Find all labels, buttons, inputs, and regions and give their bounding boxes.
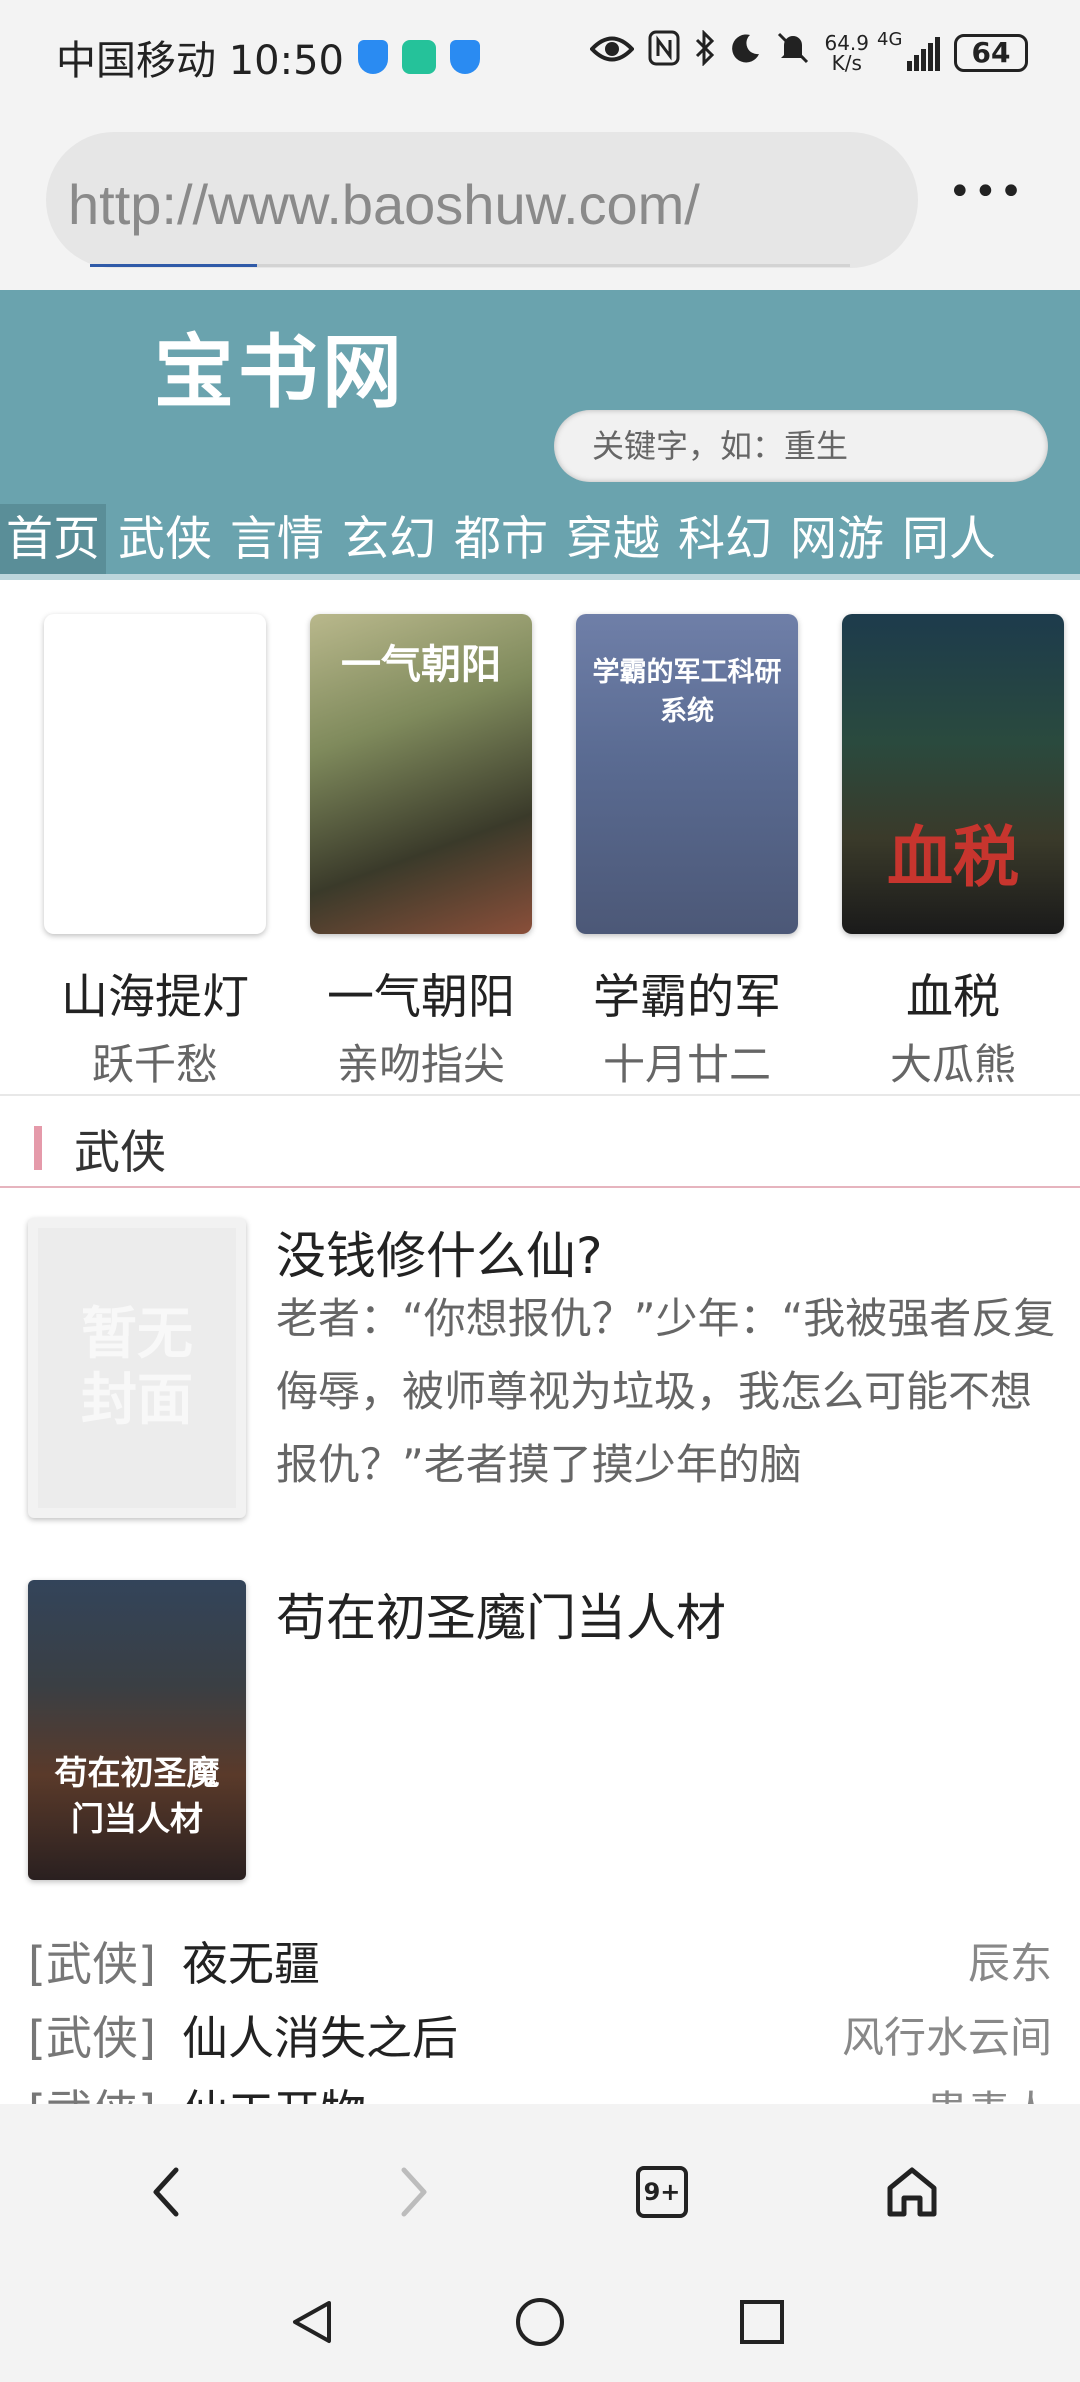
cover-placeholder-text: 暂无封面 <box>81 1302 193 1433</box>
nav-item-romance[interactable]: 言情 <box>224 504 330 576</box>
featured-books: 山海提灯 跃千愁 一气朝阳 一气朝阳 亲吻指尖 学霸的军工科研系统 学霸的军 十… <box>0 580 1080 1096</box>
back-icon[interactable] <box>126 2152 206 2232</box>
book-author: 亲吻指尖 <box>336 1040 505 1089</box>
site-logo[interactable]: 宝书网 <box>154 308 406 424</box>
book-author: 大瓜熊 <box>889 1040 1016 1089</box>
system-recents-icon[interactable] <box>722 2282 802 2362</box>
nav-item-time-travel[interactable]: 穿越 <box>560 504 666 576</box>
book-intro: 老者：“你想报仇？”少年：“我被强者反复侮辱，被师尊视为垃圾，我怎么可能不想报仇… <box>276 1294 1056 1489</box>
book-cover[interactable]: 苟在初圣魔门当人材 <box>28 1580 246 1880</box>
section-marker <box>34 1126 42 1170</box>
moon-icon <box>730 32 762 73</box>
address-bar[interactable]: http://www.baoshuw.com/ <box>46 132 918 268</box>
book-item[interactable]: 苟在初圣魔门当人材 苟在初圣魔门当人材 <box>0 1580 1080 1890</box>
url-text[interactable]: http://www.baoshuw.com/ <box>68 172 700 237</box>
list-book-name[interactable]: 仙人消失之后 <box>182 2002 458 2068</box>
more-icon[interactable]: ••• <box>948 162 1023 222</box>
book-cover[interactable]: 一气朝阳 <box>310 614 532 934</box>
browser-toolbar: 9+ <box>0 2104 1080 2272</box>
cover-title: 学霸的军工科研系统 <box>592 657 782 727</box>
cover-title: 一气朝阳 <box>341 642 501 688</box>
list-book-name[interactable]: 夜无疆 <box>182 1928 320 1994</box>
book-author: 十月廿二 <box>602 1040 771 1089</box>
status-right: 64.9 K/s 4G 64 <box>589 29 1028 75</box>
status-bar: 中国移动 10:50 64.9 K/s 4G 64 <box>0 0 1080 112</box>
book-cover[interactable]: 暂无封面 <box>28 1218 246 1518</box>
system-home-icon[interactable] <box>500 2282 580 2362</box>
site-search-input[interactable]: 关键字，如：重生 <box>554 410 1048 482</box>
bluetooth-icon <box>694 29 716 75</box>
browser-address-row: http://www.baoshuw.com/ ••• <box>0 112 1080 290</box>
book-cover[interactable]: 学霸的军工科研系统 <box>576 614 798 934</box>
net-speed: 64.9 K/s <box>824 33 869 73</box>
shield-icon <box>450 40 480 74</box>
battery-icon: 64 <box>954 33 1028 72</box>
network-type: 4G <box>877 28 903 50</box>
forward-icon[interactable] <box>374 2152 454 2232</box>
nav-item-home[interactable]: 首页 <box>0 504 106 576</box>
nav-item-wuxia[interactable]: 武侠 <box>112 504 218 576</box>
nav-item-urban[interactable]: 都市 <box>448 504 554 576</box>
list-item[interactable]: [武侠] 仙工开物 患毒人 <box>0 2072 1080 2104</box>
book-title[interactable]: 血税 <box>842 958 1064 1027</box>
list-author: 风行水云间 <box>841 2013 1052 2062</box>
system-back-icon[interactable] <box>272 2282 352 2362</box>
book-title[interactable]: 学霸的军 <box>576 958 798 1027</box>
book-cover[interactable] <box>44 614 266 934</box>
list-category[interactable]: [武侠] <box>28 2076 156 2104</box>
book-title[interactable]: 苟在初圣魔门当人材 <box>276 1578 726 1650</box>
nav-item-online-game[interactable]: 网游 <box>784 504 890 576</box>
tabs-icon[interactable]: 9+ <box>622 2152 702 2232</box>
list-author: 辰东 <box>967 1939 1052 1988</box>
cover-title: 苟在初圣魔门当人材 <box>54 1753 220 1838</box>
list-author: 患毒人 <box>926 2078 1052 2104</box>
list-category[interactable]: [武侠] <box>28 1928 156 1994</box>
net-speed-unit: K/s <box>831 50 862 75</box>
cover-title: 血税 <box>887 819 1019 896</box>
list-item[interactable]: [武侠] 夜无疆 辰东 <box>0 1924 1080 1998</box>
page-load-progress-fill <box>90 264 258 267</box>
section-title: 武侠 <box>74 1125 166 1179</box>
featured-book[interactable]: 山海提灯 跃千愁 <box>44 614 266 1092</box>
site-nav: 首页 武侠 言情 玄幻 都市 穿越 科幻 网游 同人 <box>0 504 1080 576</box>
net-speed-value: 64.9 <box>824 30 869 55</box>
book-item[interactable]: 暂无封面 没钱修什么仙? 老者：“你想报仇？”少年：“我被强者反复侮辱，被师尊视… <box>0 1218 1080 1528</box>
mute-icon <box>776 31 810 74</box>
list-item[interactable]: [武侠] 仙人消失之后 风行水云间 <box>0 1998 1080 2072</box>
page-load-progress <box>90 264 850 267</box>
featured-book[interactable]: 一气朝阳 一气朝阳 亲吻指尖 <box>310 614 532 1092</box>
app-icon <box>402 40 436 74</box>
carrier-time: 中国移动 10:50 <box>56 38 344 84</box>
book-cover[interactable]: 血税 <box>842 614 1064 934</box>
book-title[interactable]: 一气朝阳 <box>310 958 532 1027</box>
shield-icon <box>358 40 388 74</box>
book-title[interactable]: 山海提灯 <box>44 958 266 1027</box>
home-icon[interactable] <box>872 2152 952 2232</box>
book-list: [武侠] 夜无疆 辰东 [武侠] 仙人消失之后 风行水云间 [武侠] 仙工开物 … <box>0 1924 1080 2104</box>
nfc-icon <box>648 30 680 75</box>
eye-icon <box>589 33 636 73</box>
system-navigation-bar <box>0 2272 1080 2382</box>
list-category[interactable]: [武侠] <box>28 2002 156 2068</box>
signal-icon: 4G <box>877 29 940 71</box>
nav-item-scifi[interactable]: 科幻 <box>672 504 778 576</box>
tabs-count: 9+ <box>636 2166 688 2218</box>
featured-book[interactable]: 血税 血税 大瓜熊 <box>842 614 1064 1092</box>
section-header: 武侠 <box>0 1096 1080 1188</box>
book-title[interactable]: 没钱修什么仙? <box>276 1216 603 1288</box>
list-book-name[interactable]: 仙工开物 <box>182 2076 366 2104</box>
status-left: 中国移动 10:50 <box>56 28 480 86</box>
nav-item-fanfic[interactable]: 同人 <box>896 504 1002 576</box>
nav-item-fantasy[interactable]: 玄幻 <box>336 504 442 576</box>
featured-book[interactable]: 学霸的军工科研系统 学霸的军 十月廿二 <box>576 614 798 1092</box>
site-header: 宝书网 关键字，如：重生 首页 武侠 言情 玄幻 都市 穿越 科幻 网游 同人 <box>0 290 1080 580</box>
book-author: 跃千愁 <box>91 1040 218 1089</box>
